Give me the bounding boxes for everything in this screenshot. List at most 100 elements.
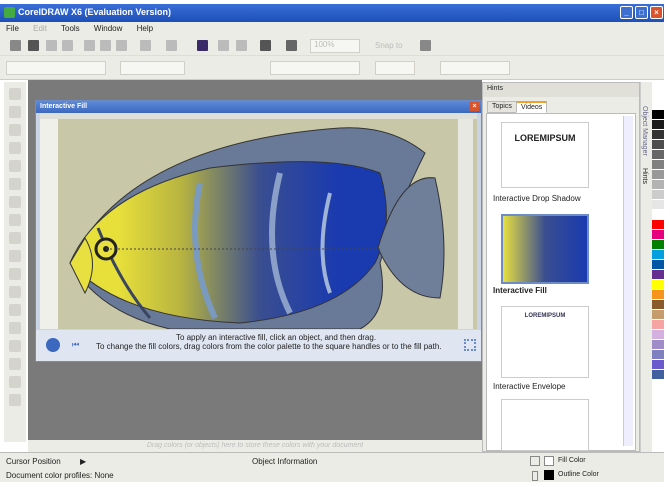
corel-connect-icon[interactable] [197, 40, 208, 51]
outline-color-swatch[interactable] [544, 470, 554, 480]
palette-swatch[interactable] [652, 260, 664, 270]
palette-swatch[interactable] [652, 210, 664, 220]
palette-swatch[interactable] [652, 350, 664, 360]
color-palette [652, 100, 664, 445]
palette-swatch[interactable] [652, 310, 664, 320]
palette-swatch[interactable] [652, 120, 664, 130]
dock-tab-object-manager[interactable]: Object Manager [641, 106, 648, 156]
open-icon[interactable] [28, 40, 39, 51]
export-icon[interactable] [236, 40, 247, 51]
color-profiles[interactable]: Document color profiles: None [6, 471, 114, 480]
blend-tool-icon[interactable] [9, 322, 21, 334]
cursor-position-arrow-icon[interactable]: ▶ [80, 457, 86, 466]
tab-topics[interactable]: Topics [487, 101, 517, 113]
freehand-tool-icon[interactable] [9, 160, 21, 172]
palette-swatch[interactable] [652, 160, 664, 170]
table-tool-icon[interactable] [9, 268, 21, 280]
pick-tool-icon[interactable] [9, 88, 21, 100]
menu-help[interactable]: Help [137, 24, 153, 33]
palette-swatch[interactable] [652, 110, 664, 120]
ellipse-tool-icon[interactable] [9, 214, 21, 226]
menu-edit[interactable]: Edit [33, 24, 47, 33]
palette-swatch[interactable] [652, 100, 664, 110]
palette-swatch[interactable] [652, 190, 664, 200]
video-label-selected[interactable]: Interactive Fill [493, 286, 547, 295]
duplicate-distance-field[interactable] [440, 61, 510, 75]
units-select[interactable] [270, 61, 360, 75]
redo-icon[interactable] [166, 40, 177, 51]
text-tool-icon[interactable] [9, 250, 21, 262]
video-thumbnail[interactable]: LOREMIPSUM [501, 122, 589, 188]
video-close-button[interactable]: × [470, 102, 479, 111]
palette-swatch[interactable] [652, 250, 664, 260]
video-label[interactable]: Interactive Envelope [493, 382, 566, 391]
menu-window[interactable]: Window [94, 24, 122, 33]
new-icon[interactable] [10, 40, 21, 51]
palette-swatch[interactable] [652, 220, 664, 230]
crop-tool-icon[interactable] [9, 124, 21, 136]
pause-button[interactable] [46, 338, 60, 352]
menu-tools[interactable]: Tools [61, 24, 80, 33]
tab-videos[interactable]: Videos [516, 101, 548, 113]
fill-tool-icon[interactable] [9, 376, 21, 388]
minimize-button[interactable]: _ [620, 6, 633, 19]
video-thumbnail[interactable]: LOREMIPSUM [501, 306, 589, 378]
palette-swatch[interactable] [652, 280, 664, 290]
smart-fill-tool-icon[interactable] [9, 178, 21, 190]
videos-scrollbar[interactable] [623, 116, 633, 446]
snap-to-dropdown[interactable]: Snap to [375, 41, 403, 50]
palette-swatch[interactable] [652, 360, 664, 370]
zoom-tool-icon[interactable] [9, 142, 21, 154]
connector-tool-icon[interactable] [9, 304, 21, 316]
close-button[interactable]: × [650, 6, 663, 19]
interactive-fill-tool-icon[interactable] [9, 394, 21, 406]
palette-swatch[interactable] [652, 180, 664, 190]
palette-swatch[interactable] [652, 140, 664, 150]
dock-tab-hints[interactable]: Hints [641, 168, 648, 184]
video-thumbnail-selected[interactable] [501, 214, 589, 284]
palette-swatch[interactable] [652, 200, 664, 210]
title-bar: CorelDRAW X6 (Evaluation Version) _ □ × [0, 4, 664, 22]
palette-swatch[interactable] [652, 150, 664, 160]
zoom-level-select[interactable]: 100% [310, 39, 360, 53]
palette-swatch[interactable] [652, 170, 664, 180]
nudge-field[interactable] [375, 61, 415, 75]
menu-file[interactable]: File [6, 24, 19, 33]
palette-swatch[interactable] [652, 230, 664, 240]
dimension-tool-icon[interactable] [9, 286, 21, 298]
video-label[interactable]: Interactive Drop Shadow [493, 194, 581, 203]
video-thumbnail[interactable] [501, 399, 589, 451]
docker-tabs: Object Manager Hints [640, 82, 652, 452]
save-icon[interactable] [46, 40, 57, 51]
palette-swatch[interactable] [652, 340, 664, 350]
palette-swatch[interactable] [652, 130, 664, 140]
fullscreen-icon[interactable] [286, 40, 297, 51]
polygon-tool-icon[interactable] [9, 232, 21, 244]
undo-icon[interactable] [140, 40, 151, 51]
palette-swatch[interactable] [652, 320, 664, 330]
cut-icon[interactable] [84, 40, 95, 51]
rewind-button[interactable]: ⏮ [72, 340, 79, 350]
maximize-button[interactable]: □ [635, 6, 648, 19]
palette-swatch[interactable] [652, 290, 664, 300]
palette-swatch[interactable] [652, 240, 664, 250]
palette-swatch[interactable] [652, 370, 664, 380]
palette-swatch[interactable] [652, 270, 664, 280]
print-icon[interactable] [62, 40, 73, 51]
page-dimensions-field[interactable] [120, 61, 185, 75]
eyedropper-tool-icon[interactable] [9, 340, 21, 352]
palette-swatch[interactable] [652, 300, 664, 310]
copy-icon[interactable] [100, 40, 111, 51]
paste-icon[interactable] [116, 40, 127, 51]
fill-color-swatch[interactable] [544, 456, 554, 466]
rectangle-tool-icon[interactable] [9, 196, 21, 208]
palette-swatch[interactable] [652, 330, 664, 340]
launcher-icon[interactable] [260, 40, 271, 51]
fullscreen-video-button[interactable] [464, 339, 476, 351]
import-icon[interactable] [218, 40, 229, 51]
options-icon[interactable] [420, 40, 431, 51]
page-size-select[interactable] [6, 61, 106, 75]
outline-tool-icon[interactable] [9, 358, 21, 370]
shape-tool-icon[interactable] [9, 106, 21, 118]
document-palette-strip[interactable]: Drag colors (or objects) here to store t… [28, 440, 482, 452]
